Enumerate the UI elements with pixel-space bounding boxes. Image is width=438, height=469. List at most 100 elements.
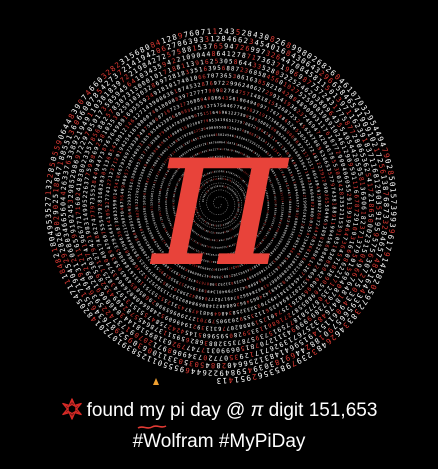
spiral-digit: 1 (75, 206, 82, 210)
spiral-digit: 2 (105, 201, 111, 204)
spiral-digit: 9 (208, 317, 212, 323)
spiral-digit: 6 (323, 197, 329, 200)
spiral-digit: 3 (214, 325, 217, 331)
spiral-digit: 9 (98, 207, 104, 210)
spiral-digit: 2 (67, 214, 75, 219)
spiral-digit: 8 (211, 50, 215, 58)
spiral-digit: 7 (353, 199, 360, 203)
hashtags: #Wolfram #MyPiDay (0, 428, 438, 456)
spiral-digit: 9 (239, 352, 244, 360)
caption-text-digit: digit (263, 400, 308, 421)
spiral-digit: 6 (75, 201, 82, 205)
spiral-digit: 1 (98, 195, 104, 198)
spiral-digit: 0 (230, 324, 234, 330)
spiral-digit: 0 (220, 317, 223, 323)
spiral-digit: 6 (353, 194, 360, 198)
spiral-digit: 8 (213, 340, 217, 347)
spiral-digit: 5 (112, 206, 118, 209)
spiral-digit: 0 (224, 58, 228, 65)
spiral-digit: 8 (135, 207, 139, 209)
spiral-digit: 2 (83, 190, 89, 194)
pi-spiral-artwork: 3 1 4 1 5 9 2 6 53589793238462643383279502884197… (43, 27, 398, 385)
spiral-digit: 9 (83, 203, 89, 207)
spiral-digit: 1 (303, 197, 307, 199)
spiral-digit: 0 (112, 199, 118, 202)
spiral-digit: 0 (316, 203, 322, 206)
spiral-digit: 1 (338, 212, 344, 216)
spiral-digit: 3 (234, 353, 239, 361)
spiral-digit: 0 (142, 200, 146, 202)
spiral-digit: 2 (135, 210, 139, 212)
spiral-digit: 6 (222, 66, 226, 72)
spiral-digit: 6 (217, 50, 221, 58)
caption-text-start: found (87, 400, 140, 421)
spiral-digit: 8 (288, 201, 292, 203)
spiral-digit: 3 (338, 200, 344, 203)
spiral-digit: 8 (331, 199, 337, 202)
spiral-digit: 6 (295, 194, 299, 196)
spiral-digit: 1 (226, 50, 231, 58)
spiral-digit: 0 (295, 210, 299, 212)
spiral-digit: 0 (224, 354, 228, 362)
spiral-digit: 1 (365, 183, 373, 188)
caption-pi-symbol: π (251, 400, 264, 421)
spiral-digit: 8 (367, 203, 375, 207)
caption-text-middle: pi day @ (165, 400, 251, 421)
spiral-digit: 5 (216, 332, 219, 338)
spiral-digit: 7 (98, 211, 104, 215)
spiral-digit: 1 (331, 203, 337, 206)
spiral-digit: 2 (135, 199, 139, 201)
spiral-digit: 5 (135, 204, 139, 206)
spiral-digit: 2 (218, 340, 222, 347)
spiral-digit: 9 (67, 189, 75, 194)
spiral-digit: 7 (226, 324, 230, 330)
spiral-digit: 7 (198, 353, 203, 361)
spiral-digit: 8 (337, 192, 343, 196)
spiral-digit: 3 (90, 197, 96, 201)
spiral-digit: 8 (323, 208, 329, 211)
caption-line: found my pi day @ π digit 151,653 (0, 397, 438, 429)
spiral-digit: 6 (98, 191, 104, 195)
spiral-digit: 9 (224, 317, 227, 323)
spiral-digit: 9 (345, 210, 351, 214)
spiral-digit: 2 (338, 208, 344, 211)
spiral-digit: 2 (135, 196, 139, 198)
spiral-digit: 0 (75, 197, 82, 201)
spiral-digit: 5 (105, 209, 111, 212)
spiral-digit: 2 (367, 193, 375, 197)
spiral-digit: 5 (216, 318, 219, 324)
spiral-digit: 3 (223, 339, 227, 346)
spiral-digit: 5 (142, 205, 146, 207)
spiral-digit: 7 (105, 198, 111, 201)
spiral-digit: 0 (366, 218, 374, 223)
spiral-digit: 5 (229, 353, 234, 361)
spiral-digit: 5 (225, 332, 229, 338)
spiral-digit: 5 (90, 193, 96, 197)
spiral-digit: 8 (98, 199, 104, 202)
spiral-digit: 7 (295, 205, 299, 207)
spiral-digit: 7 (222, 325, 225, 331)
spiral-digit: 7 (105, 194, 111, 197)
spiral-digit: 2 (345, 193, 351, 197)
spiral-digit: 7 (219, 354, 223, 362)
spiral-digit: 5 (323, 201, 329, 204)
spiral-digit: 8 (353, 204, 360, 208)
spiral-digit: 5 (288, 199, 292, 201)
spiral-digit: 0 (203, 353, 208, 361)
spiral-digit: 2 (83, 195, 89, 199)
spiral-digit: 2 (135, 202, 139, 204)
spiral-digit: 9 (303, 203, 307, 205)
spiral-digit: 7 (90, 202, 96, 205)
spiral-digit: 4 (222, 50, 226, 58)
spiral-digit: 0 (303, 206, 307, 208)
spiral-digit: 4 (67, 209, 75, 213)
spiral-digit: 1 (367, 198, 375, 202)
spiral-digit: 7 (366, 188, 374, 193)
spiral-digit: 3 (205, 324, 209, 330)
spiral-digit: 1 (337, 216, 343, 220)
spiral-digit: 0 (142, 208, 146, 210)
spiral-digit: 6 (205, 59, 210, 66)
spiral-digit: 3 (67, 199, 75, 203)
caption-text-my: my (137, 397, 167, 429)
spiral-digit: 2 (210, 58, 214, 65)
